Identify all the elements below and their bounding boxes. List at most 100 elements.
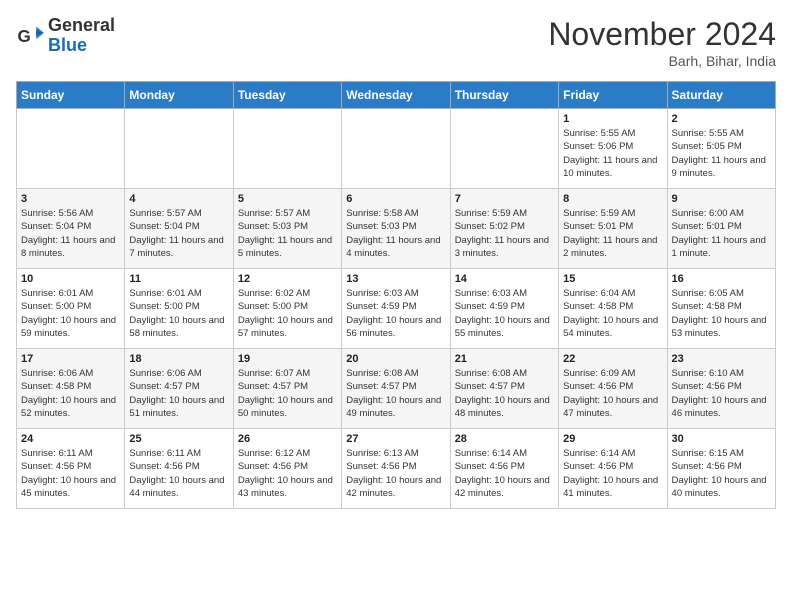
day-number: 24 <box>21 433 120 445</box>
day-number: 18 <box>129 353 228 365</box>
day-cell: 6 Sunrise: 5:58 AM Sunset: 5:03 PM Daylig… <box>342 189 450 269</box>
day-cell <box>342 109 450 189</box>
day-cell <box>125 109 233 189</box>
day-number: 30 <box>672 433 771 445</box>
day-number: 25 <box>129 433 228 445</box>
day-cell: 19 Sunrise: 6:07 AM Sunset: 4:57 PM Dayli… <box>233 349 341 429</box>
day-number: 10 <box>21 273 120 285</box>
day-cell: 28 Sunrise: 6:14 AM Sunset: 4:56 PM Dayli… <box>450 429 558 509</box>
logo-blue: Blue <box>48 36 115 56</box>
day-cell: 30Sunrise: 6:15 AM Sunset: 4:56 PM Dayli… <box>667 429 775 509</box>
day-cell: 10Sunrise: 6:01 AM Sunset: 5:00 PM Dayli… <box>17 269 125 349</box>
week-row-2: 3 Sunrise: 5:56 AM Sunset: 5:04 PM Daylig… <box>17 189 776 269</box>
day-number: 20 <box>346 353 445 365</box>
logo: G General Blue <box>16 16 115 56</box>
day-info: Sunrise: 6:00 AM Sunset: 5:01 PM Dayligh… <box>672 207 771 260</box>
day-cell: 5Sunrise: 5:57 AM Sunset: 5:03 PM Daylig… <box>233 189 341 269</box>
day-info: Sunrise: 6:08 AM Sunset: 4:57 PM Dayligh… <box>455 367 554 420</box>
day-cell: 9 Sunrise: 6:00 AM Sunset: 5:01 PM Daylig… <box>667 189 775 269</box>
day-cell: 22 Sunrise: 6:09 AM Sunset: 4:56 PM Dayli… <box>559 349 667 429</box>
day-info: Sunrise: 5:55 AM Sunset: 5:05 PM Dayligh… <box>672 127 771 180</box>
day-number: 15 <box>563 273 662 285</box>
day-cell: 11Sunrise: 6:01 AM Sunset: 5:00 PM Dayli… <box>125 269 233 349</box>
day-info: Sunrise: 5:56 AM Sunset: 5:04 PM Dayligh… <box>21 207 120 260</box>
day-info: Sunrise: 6:03 AM Sunset: 4:59 PM Dayligh… <box>346 287 445 340</box>
day-cell: 23 Sunrise: 6:10 AM Sunset: 4:56 PM Dayli… <box>667 349 775 429</box>
weekday-header-thursday: Thursday <box>450 82 558 109</box>
day-cell: 14Sunrise: 6:03 AM Sunset: 4:59 PM Dayli… <box>450 269 558 349</box>
day-number: 23 <box>672 353 771 365</box>
month-title: November 2024 <box>548 16 776 53</box>
day-cell: 8Sunrise: 5:59 AM Sunset: 5:01 PM Daylig… <box>559 189 667 269</box>
day-cell: 15 Sunrise: 6:04 AM Sunset: 4:58 PM Dayli… <box>559 269 667 349</box>
day-cell: 25 Sunrise: 6:11 AM Sunset: 4:56 PM Dayli… <box>125 429 233 509</box>
day-cell: 29 Sunrise: 6:14 AM Sunset: 4:56 PM Dayli… <box>559 429 667 509</box>
day-info: Sunrise: 5:58 AM Sunset: 5:03 PM Dayligh… <box>346 207 445 260</box>
day-cell: 13 Sunrise: 6:03 AM Sunset: 4:59 PM Dayli… <box>342 269 450 349</box>
day-cell: 26 Sunrise: 6:12 AM Sunset: 4:56 PM Dayli… <box>233 429 341 509</box>
week-row-1: 1 Sunrise: 5:55 AM Sunset: 5:06 PM Daylig… <box>17 109 776 189</box>
calendar-table: SundayMondayTuesdayWednesdayThursdayFrid… <box>16 81 776 509</box>
day-cell: 1 Sunrise: 5:55 AM Sunset: 5:06 PM Daylig… <box>559 109 667 189</box>
location: Barh, Bihar, India <box>548 53 776 69</box>
day-cell <box>17 109 125 189</box>
day-cell: 16 Sunrise: 6:05 AM Sunset: 4:58 PM Dayli… <box>667 269 775 349</box>
day-number: 21 <box>455 353 554 365</box>
day-cell: 3 Sunrise: 5:56 AM Sunset: 5:04 PM Daylig… <box>17 189 125 269</box>
day-info: Sunrise: 6:07 AM Sunset: 4:57 PM Dayligh… <box>238 367 337 420</box>
day-number: 1 <box>563 113 662 125</box>
day-number: 13 <box>346 273 445 285</box>
day-info: Sunrise: 5:59 AM Sunset: 5:01 PM Dayligh… <box>563 207 662 260</box>
svg-text:G: G <box>18 27 31 46</box>
day-number: 3 <box>21 193 120 205</box>
week-row-4: 17Sunrise: 6:06 AM Sunset: 4:58 PM Dayli… <box>17 349 776 429</box>
day-info: Sunrise: 6:06 AM Sunset: 4:58 PM Dayligh… <box>21 367 120 420</box>
day-info: Sunrise: 6:13 AM Sunset: 4:56 PM Dayligh… <box>346 447 445 500</box>
day-info: Sunrise: 6:02 AM Sunset: 5:00 PM Dayligh… <box>238 287 337 340</box>
logo-general: General <box>48 16 115 36</box>
day-number: 28 <box>455 433 554 445</box>
day-cell: 12Sunrise: 6:02 AM Sunset: 5:00 PM Dayli… <box>233 269 341 349</box>
weekday-header-monday: Monday <box>125 82 233 109</box>
weekday-header-friday: Friday <box>559 82 667 109</box>
day-number: 27 <box>346 433 445 445</box>
day-info: Sunrise: 6:14 AM Sunset: 4:56 PM Dayligh… <box>563 447 662 500</box>
day-info: Sunrise: 6:06 AM Sunset: 4:57 PM Dayligh… <box>129 367 228 420</box>
title-block: November 2024 Barh, Bihar, India <box>548 16 776 69</box>
day-info: Sunrise: 6:08 AM Sunset: 4:57 PM Dayligh… <box>346 367 445 420</box>
day-info: Sunrise: 6:04 AM Sunset: 4:58 PM Dayligh… <box>563 287 662 340</box>
day-number: 11 <box>129 273 228 285</box>
day-number: 16 <box>672 273 771 285</box>
day-info: Sunrise: 6:14 AM Sunset: 4:56 PM Dayligh… <box>455 447 554 500</box>
day-number: 29 <box>563 433 662 445</box>
logo-icon: G <box>16 22 44 50</box>
day-number: 4 <box>129 193 228 205</box>
day-number: 6 <box>346 193 445 205</box>
day-number: 26 <box>238 433 337 445</box>
day-info: Sunrise: 6:12 AM Sunset: 4:56 PM Dayligh… <box>238 447 337 500</box>
day-info: Sunrise: 6:05 AM Sunset: 4:58 PM Dayligh… <box>672 287 771 340</box>
day-number: 22 <box>563 353 662 365</box>
day-cell: 7Sunrise: 5:59 AM Sunset: 5:02 PM Daylig… <box>450 189 558 269</box>
day-cell: 27 Sunrise: 6:13 AM Sunset: 4:56 PM Dayli… <box>342 429 450 509</box>
weekday-header-saturday: Saturday <box>667 82 775 109</box>
day-number: 14 <box>455 273 554 285</box>
day-number: 2 <box>672 113 771 125</box>
day-cell: 21 Sunrise: 6:08 AM Sunset: 4:57 PM Dayli… <box>450 349 558 429</box>
weekday-header-sunday: Sunday <box>17 82 125 109</box>
day-cell <box>233 109 341 189</box>
day-info: Sunrise: 6:11 AM Sunset: 4:56 PM Dayligh… <box>21 447 120 500</box>
day-info: Sunrise: 6:11 AM Sunset: 4:56 PM Dayligh… <box>129 447 228 500</box>
week-row-3: 10Sunrise: 6:01 AM Sunset: 5:00 PM Dayli… <box>17 269 776 349</box>
day-info: Sunrise: 5:55 AM Sunset: 5:06 PM Dayligh… <box>563 127 662 180</box>
day-cell: 24 Sunrise: 6:11 AM Sunset: 4:56 PM Dayli… <box>17 429 125 509</box>
day-number: 5 <box>238 193 337 205</box>
weekday-header-row: SundayMondayTuesdayWednesdayThursdayFrid… <box>17 82 776 109</box>
day-cell: 20 Sunrise: 6:08 AM Sunset: 4:57 PM Dayli… <box>342 349 450 429</box>
day-number: 19 <box>238 353 337 365</box>
day-number: 9 <box>672 193 771 205</box>
day-cell <box>450 109 558 189</box>
day-number: 7 <box>455 193 554 205</box>
day-info: Sunrise: 6:10 AM Sunset: 4:56 PM Dayligh… <box>672 367 771 420</box>
day-info: Sunrise: 6:09 AM Sunset: 4:56 PM Dayligh… <box>563 367 662 420</box>
